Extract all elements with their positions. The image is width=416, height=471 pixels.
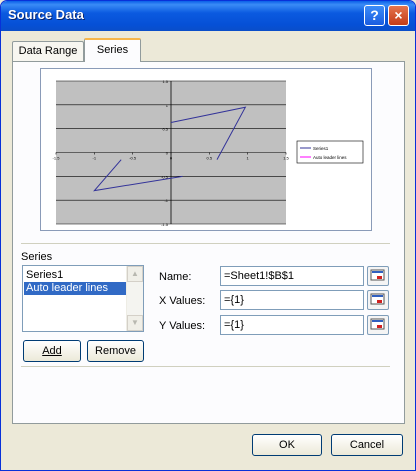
tab-data-range[interactable]: Data Range (12, 41, 84, 61)
cancel-button[interactable]: Cancel (331, 434, 403, 456)
x-values-input[interactable]: ={1} (220, 290, 364, 310)
series-section-label: Series (21, 251, 53, 263)
range-picker-icon (370, 318, 385, 330)
separator-top (21, 243, 390, 244)
legend-entry: Auto leader lines (313, 155, 347, 160)
x-values-label: X Values: (159, 295, 206, 307)
scroll-up-icon[interactable]: ▲ (127, 266, 143, 282)
x-tick-label: -1.5 (53, 156, 61, 161)
y-tick-label: 0.5 (162, 127, 168, 132)
chart-preview: 1.5 1 0.5 0 -0.5 -1 -1.5 -1.5 -1 -0.5 0 0.5 1 1.5 Seri… (40, 68, 372, 231)
range-picker-icon (370, 293, 385, 305)
source-data-dialog: Source Data ? × Data Range Series 1.5 1 0.… (0, 0, 416, 471)
range-picker-icon (370, 269, 385, 281)
name-input[interactable]: =Sheet1!$B$1 (220, 266, 364, 286)
x-tick-label: 0.5 (207, 156, 213, 161)
help-button[interactable]: ? (364, 5, 385, 26)
y-range-picker-button[interactable] (367, 315, 389, 335)
title-bar: Source Data ? × (1, 1, 415, 31)
add-button-label: Add (42, 345, 62, 357)
listbox-scrollbar[interactable]: ▲ ▼ (126, 266, 143, 331)
x-tick-label: -0.5 (129, 156, 137, 161)
series-list-item-auto-leader-lines[interactable]: Auto leader lines (24, 282, 129, 295)
legend-entry: Series1 (313, 146, 329, 151)
y-values-label: Y Values: (159, 320, 206, 332)
dialog-title: Source Data (8, 7, 84, 22)
x-tick-label: 1.5 (283, 156, 289, 161)
close-button[interactable]: × (388, 5, 409, 26)
y-values-input[interactable]: ={1} (220, 315, 364, 335)
chart-svg: 1.510.50-0.5-1-1.5-1.5 -1 -0.5 0 0.5 1 1.5Seri… (53, 79, 364, 227)
x-range-picker-button[interactable] (367, 290, 389, 310)
scroll-down-icon[interactable]: ▼ (127, 315, 143, 331)
name-field-label: Name: (159, 271, 192, 283)
remove-series-button[interactable]: Remove (87, 340, 144, 362)
y-tick-label: -1.5 (161, 222, 169, 227)
add-series-button[interactable]: Add (23, 340, 81, 362)
separator-bottom (21, 366, 390, 367)
ok-button[interactable]: OK (252, 434, 322, 456)
y-tick-label: 1.5 (162, 79, 168, 84)
series-list-item-series1[interactable]: Series1 (24, 269, 129, 282)
name-range-picker-button[interactable] (367, 266, 389, 286)
tab-series[interactable]: Series (84, 38, 141, 62)
series-listbox[interactable]: Series1 Auto leader lines ▲ ▼ (22, 265, 144, 332)
